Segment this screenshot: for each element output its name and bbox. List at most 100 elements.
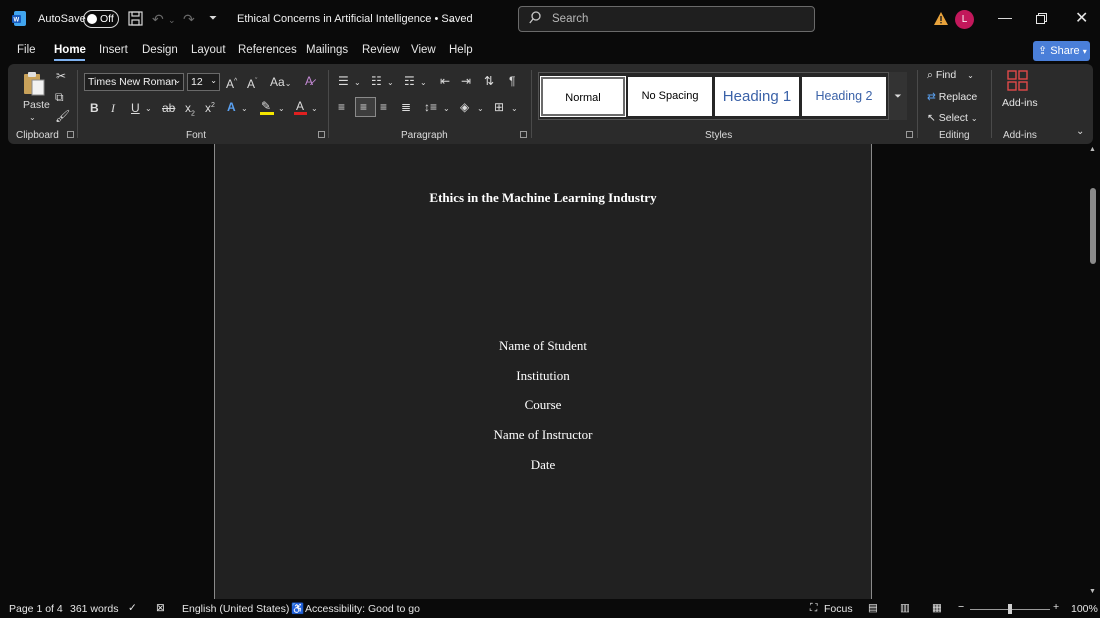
search-box[interactable]: Search (518, 6, 815, 32)
document-line-course[interactable]: Course (214, 397, 872, 413)
font-name-select[interactable]: Times New Roman ⌄ (84, 73, 184, 91)
tab-file[interactable]: File (17, 44, 36, 56)
text-predictions-icon[interactable]: ⊠ (156, 602, 165, 614)
shading-dropdown-icon[interactable]: ⌄ (477, 102, 484, 116)
format-painter-icon[interactable]: 🖌 (55, 109, 70, 123)
undo-dropdown-icon[interactable]: ⌄ (168, 11, 176, 29)
tab-mailings[interactable]: Mailings (306, 44, 348, 56)
minimize-icon[interactable]: — (998, 9, 1012, 25)
customize-qat-icon[interactable]: ⏷ (209, 10, 217, 28)
accessibility-status[interactable]: Accessibility: Good to go (305, 603, 420, 615)
document-line-instructor[interactable]: Name of Instructor (214, 427, 872, 443)
web-layout-icon[interactable]: ▦ (932, 602, 942, 614)
subscript-icon[interactable]: x2 (185, 101, 195, 121)
tab-references[interactable]: References (238, 44, 297, 56)
justify-icon[interactable]: ≣ (401, 100, 411, 114)
cut-icon[interactable]: ✂ (56, 69, 66, 83)
highlight-icon[interactable]: ✎ (261, 99, 271, 113)
paragraph-launcher-icon[interactable] (520, 131, 527, 138)
align-center-icon[interactable]: ≡ (360, 100, 367, 114)
tab-design[interactable]: Design (142, 44, 178, 56)
warning-icon[interactable] (934, 12, 948, 25)
clear-formatting-icon[interactable]: A̷ (305, 74, 313, 88)
scroll-up-icon[interactable]: ▲ (1089, 146, 1096, 153)
proofing-icon[interactable]: ✓ (128, 602, 137, 614)
text-effects-icon[interactable]: A (227, 100, 236, 114)
styles-launcher-icon[interactable] (906, 131, 913, 138)
zoom-slider-thumb[interactable] (1008, 604, 1012, 614)
clipboard-launcher-icon[interactable] (67, 131, 74, 138)
zoom-level[interactable]: 100% (1071, 603, 1098, 615)
copy-icon[interactable]: ⧉ (55, 90, 64, 104)
tab-review[interactable]: Review (362, 44, 400, 56)
scroll-down-icon[interactable]: ▼ (1089, 588, 1096, 595)
bullets-icon[interactable]: ☰ (338, 74, 349, 88)
close-icon[interactable]: ✕ (1075, 8, 1088, 28)
numbering-dropdown-icon[interactable]: ⌄ (387, 76, 394, 90)
show-formatting-marks-icon[interactable]: ¶ (509, 74, 515, 88)
superscript-icon[interactable]: x2 (205, 99, 215, 115)
find-button[interactable]: ⌕ Find ⌄ (927, 69, 974, 82)
text-effects-dropdown-icon[interactable]: ⌄ (241, 102, 248, 116)
share-button[interactable]: ⇪ Share ▾ (1033, 41, 1090, 61)
document-heading[interactable]: Ethics in the Machine Learning Industry (214, 190, 872, 206)
save-icon[interactable] (128, 11, 143, 26)
decrease-indent-icon[interactable]: ⇤ (440, 74, 450, 88)
font-size-select[interactable]: 12 ⌄ (187, 73, 220, 91)
bold-icon[interactable]: B (90, 101, 99, 115)
tab-insert[interactable]: Insert (99, 44, 128, 56)
document-line-date[interactable]: Date (214, 457, 872, 473)
zoom-out-icon[interactable]: − (958, 601, 964, 613)
multilevel-list-icon[interactable]: ☶ (404, 74, 415, 88)
tab-view[interactable]: View (411, 44, 436, 56)
underline-dropdown-icon[interactable]: ⌄ (145, 102, 152, 116)
chevron-down-icon[interactable]: ⌄ (447, 10, 456, 28)
line-spacing-dropdown-icon[interactable]: ⌄ (443, 102, 450, 116)
document-line-student[interactable]: Name of Student (214, 338, 872, 354)
select-button[interactable]: ↖ Select ⌄ (927, 112, 978, 124)
style-heading-2[interactable]: Heading 2 (802, 77, 886, 116)
zoom-in-icon[interactable]: + (1053, 601, 1059, 613)
read-mode-icon[interactable]: ▤ (868, 602, 878, 614)
tab-home[interactable]: Home (54, 44, 86, 56)
align-right-icon[interactable]: ≡ (380, 100, 387, 114)
font-launcher-icon[interactable] (318, 131, 325, 138)
focus-button[interactable]: Focus (824, 603, 853, 615)
increase-indent-icon[interactable]: ⇥ (461, 74, 471, 88)
strikethrough-icon[interactable]: ab (162, 101, 175, 115)
line-spacing-icon[interactable]: ↕≡ (424, 100, 437, 114)
borders-icon[interactable]: ⊞ (494, 100, 504, 114)
autosave-toggle[interactable]: Off (83, 10, 119, 28)
change-case-icon[interactable]: Aa⌄ (270, 75, 291, 91)
underline-icon[interactable]: U (131, 101, 140, 115)
font-color-icon[interactable]: A (296, 99, 304, 113)
undo-icon[interactable]: ↶ (152, 10, 164, 28)
style-no-spacing[interactable]: No Spacing (628, 77, 712, 116)
avatar[interactable]: L (955, 10, 974, 29)
bullets-dropdown-icon[interactable]: ⌄ (354, 76, 361, 90)
style-heading-1[interactable]: Heading 1 (715, 77, 799, 116)
italic-icon[interactable]: I (111, 101, 115, 115)
borders-dropdown-icon[interactable]: ⌄ (511, 102, 518, 116)
paste-label[interactable]: Paste (23, 98, 50, 112)
shrink-font-icon[interactable]: Aˇ (247, 75, 257, 91)
language[interactable]: English (United States) (182, 603, 289, 615)
scroll-thumb[interactable] (1090, 188, 1096, 264)
sort-icon[interactable]: ⇅ (484, 74, 494, 88)
paste-dropdown-icon[interactable]: ⌄ (29, 111, 36, 125)
highlight-dropdown-icon[interactable]: ⌄ (278, 102, 285, 116)
print-layout-icon[interactable]: ▥ (900, 602, 910, 614)
grow-font-icon[interactable]: A^ (226, 75, 237, 91)
page-count[interactable]: Page 1 of 4 (9, 603, 63, 615)
redo-icon[interactable]: ↷ (183, 10, 195, 28)
paste-icon[interactable] (22, 70, 46, 96)
multilevel-dropdown-icon[interactable]: ⌄ (420, 76, 427, 90)
document-line-institution[interactable]: Institution (214, 368, 872, 384)
restore-icon[interactable] (1036, 13, 1047, 24)
tab-help[interactable]: Help (449, 44, 473, 56)
shading-icon[interactable]: ◈ (460, 100, 469, 114)
font-color-dropdown-icon[interactable]: ⌄ (311, 102, 318, 116)
collapse-ribbon-icon[interactable]: ⌄ (1076, 125, 1084, 139)
styles-more-icon[interactable]: ⏷ (888, 72, 907, 120)
style-normal[interactable]: Normal (540, 76, 626, 117)
